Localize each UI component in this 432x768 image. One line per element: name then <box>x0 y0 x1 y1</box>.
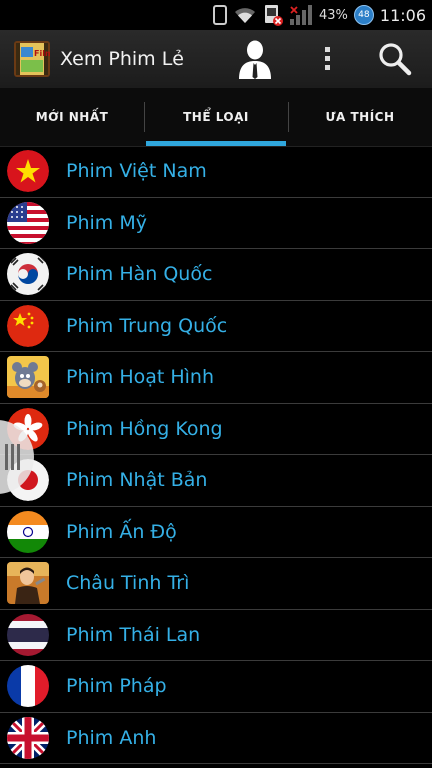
status-bar: 43% 48 11:06 <box>0 0 432 30</box>
action-bar: Film Xem Phim Lẻ <box>0 30 432 88</box>
user-icon <box>239 40 271 79</box>
wifi-icon <box>234 8 255 23</box>
list-item-china[interactable]: Phim Trung Quốc <box>0 301 432 352</box>
india-flag-icon <box>7 510 49 553</box>
signal-icon <box>289 5 312 25</box>
tab-label: ƯA THÍCH <box>325 110 395 124</box>
list-item-label: Châu Tinh Trì <box>66 572 190 595</box>
list-item-thailand[interactable]: Phim Thái Lan <box>0 610 432 661</box>
battery-percent: 43% <box>318 7 348 23</box>
list-item-india[interactable]: Phim Ấn Độ <box>0 507 432 558</box>
overflow-menu-icon <box>325 47 330 70</box>
uk-flag-icon <box>7 716 49 759</box>
france-flag-icon <box>7 665 49 708</box>
usa-flag-icon <box>7 201 49 244</box>
clock: 11:06 <box>379 5 426 25</box>
tab-label: MỚI NHẤT <box>35 110 109 124</box>
list-item-label: Phim Hoạt Hình <box>66 366 215 389</box>
cartoon-icon <box>7 356 49 399</box>
list-item-label: Phim Trung Quốc <box>66 314 228 337</box>
vietnam-flag-icon <box>7 150 49 193</box>
list-item-hongkong[interactable]: Phim Hồng Kong <box>0 404 432 455</box>
list-item-label: Phim Việt Nam <box>66 160 207 183</box>
list-item-cartoon[interactable]: Phim Hoạt Hình <box>0 352 432 404</box>
overflow-menu-button[interactable] <box>300 30 354 88</box>
tab-genres[interactable]: THỂ LOẠI <box>144 88 288 146</box>
grip-icon <box>5 444 20 470</box>
app-title: Xem Phim Lẻ <box>60 48 185 70</box>
category-list: Phim Việt Nam Phim Mỹ Phim Hàn Quốc Phim… <box>0 146 432 764</box>
list-item-label: Phim Thái Lan <box>66 623 201 646</box>
user-button[interactable] <box>228 30 282 88</box>
list-item-label: Phim Pháp <box>66 675 167 698</box>
tab-favorites[interactable]: ƯA THÍCH <box>288 88 432 146</box>
list-item-actor[interactable]: Châu Tinh Trì <box>0 558 432 610</box>
thailand-flag-icon <box>7 613 49 656</box>
list-item-label: Phim Hàn Quốc <box>66 263 213 286</box>
list-item-vietnam[interactable]: Phim Việt Nam <box>0 146 432 198</box>
svg-text:Film: Film <box>34 49 50 58</box>
list-item-label: Phim Anh <box>66 726 157 749</box>
list-item-label: Phim Hồng Kong <box>66 417 223 440</box>
list-item-france[interactable]: Phim Pháp <box>0 661 432 713</box>
list-item-japan[interactable]: Phim Nhật Bản <box>0 455 432 507</box>
list-item-label: Phim Ấn Độ <box>66 520 177 543</box>
tab-label: THỂ LOẠI <box>183 110 249 124</box>
list-item-usa[interactable]: Phim Mỹ <box>0 198 432 249</box>
battery-icon: 48 <box>353 5 374 25</box>
korea-flag-icon <box>7 253 49 296</box>
list-item-korea[interactable]: Phim Hàn Quốc <box>0 249 432 301</box>
search-icon <box>379 43 412 76</box>
list-item-label: Phim Nhật Bản <box>66 469 208 492</box>
china-flag-icon <box>7 304 49 347</box>
app-logo[interactable]: Film <box>14 41 50 77</box>
actor-photo-icon <box>7 562 49 605</box>
tab-newest[interactable]: MỚI NHẤT <box>0 88 144 146</box>
tab-bar: MỚI NHẤT THỂ LOẠI ƯA THÍCH <box>0 88 432 147</box>
list-item-uk[interactable]: Phim Anh <box>0 713 432 764</box>
vibrate-icon <box>212 5 227 25</box>
list-item-label: Phim Mỹ <box>66 211 147 234</box>
sim-blocked-icon <box>264 5 283 26</box>
search-button[interactable] <box>368 30 422 88</box>
